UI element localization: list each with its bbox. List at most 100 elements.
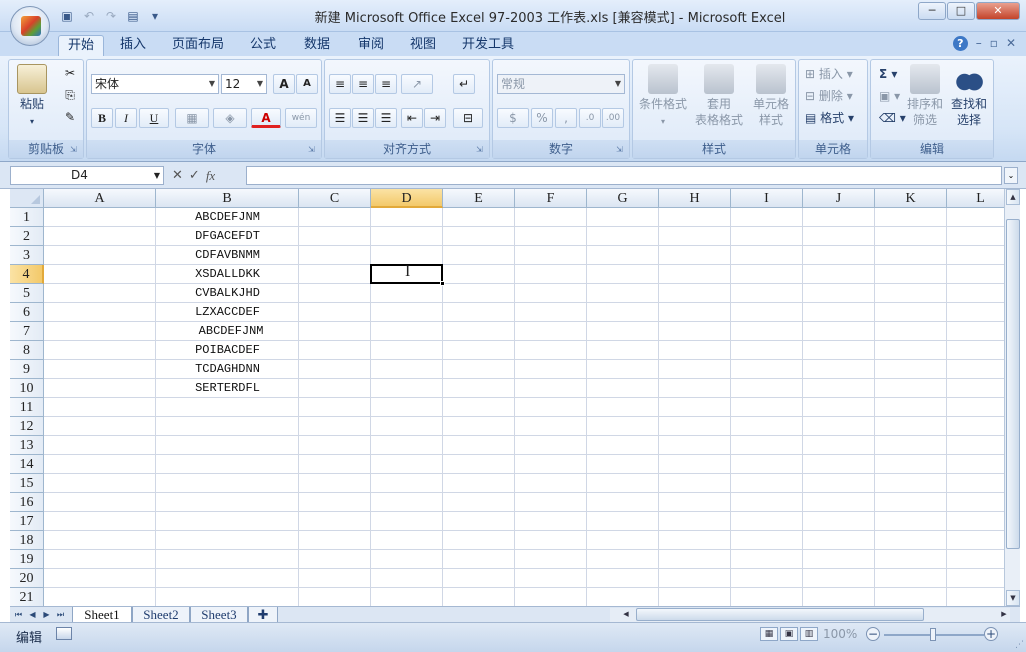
- row-header[interactable]: 4: [10, 265, 44, 284]
- customize-icon[interactable]: ▾: [146, 8, 164, 24]
- save-icon[interactable]: ▣: [58, 8, 76, 24]
- font-size-combo[interactable]: 12 ▼: [221, 74, 267, 94]
- delete-cells-button[interactable]: ⊟ 删除 ▾: [805, 86, 853, 106]
- row-header[interactable]: 8: [10, 341, 44, 360]
- row-header[interactable]: 12: [10, 417, 44, 436]
- row-header[interactable]: 13: [10, 436, 44, 455]
- macro-record-icon[interactable]: [56, 627, 72, 640]
- insert-cells-button[interactable]: ⊞ 插入 ▾: [805, 64, 853, 84]
- sheet-tab-sheet2[interactable]: Sheet2: [132, 607, 190, 623]
- row-header[interactable]: 6: [10, 303, 44, 322]
- insert-function-icon[interactable]: fx: [206, 168, 215, 184]
- row-header[interactable]: 19: [10, 550, 44, 569]
- cut-icon[interactable]: ✂: [59, 64, 81, 84]
- format-painter-icon[interactable]: ✎: [59, 108, 81, 128]
- office-button[interactable]: [10, 6, 50, 46]
- column-header[interactable]: F: [515, 189, 587, 208]
- border-button[interactable]: ▦: [175, 108, 209, 128]
- number-format-combo[interactable]: 常规 ▼: [497, 74, 625, 94]
- zoom-out-icon[interactable]: −: [866, 627, 880, 641]
- last-sheet-icon[interactable]: ⏭: [54, 608, 67, 621]
- row-header[interactable]: 10: [10, 379, 44, 398]
- cell-b8[interactable]: POIBACDEF: [156, 341, 299, 360]
- redo-icon[interactable]: ↷: [102, 8, 120, 24]
- sheet-tab-sheet1[interactable]: Sheet1: [72, 607, 132, 623]
- format-as-table-button[interactable]: 套用 表格格式: [691, 64, 747, 128]
- comma-button[interactable]: ,: [555, 108, 577, 128]
- doc-restore-button[interactable]: ▫: [990, 36, 998, 51]
- tab-insert[interactable]: 插入: [112, 35, 154, 57]
- row-header[interactable]: 15: [10, 474, 44, 493]
- cell-b2[interactable]: DFGACEFDT: [156, 227, 299, 246]
- resize-grip-icon[interactable]: ⋰: [1015, 640, 1024, 650]
- doc-close-button[interactable]: ✕: [1006, 36, 1016, 51]
- help-icon[interactable]: ?: [952, 36, 968, 51]
- enter-icon[interactable]: ✓: [189, 168, 200, 183]
- zoom-in-icon[interactable]: +: [984, 627, 998, 641]
- tab-view[interactable]: 视图: [402, 35, 444, 57]
- cell-b1[interactable]: ABCDEFJNM: [156, 208, 299, 227]
- orientation-button[interactable]: ↗: [401, 74, 433, 94]
- sheet-tab-sheet3[interactable]: Sheet3: [190, 607, 248, 623]
- minimize-button[interactable]: ─: [918, 2, 946, 20]
- sort-filter-button[interactable]: 排序和 筛选: [905, 64, 945, 128]
- font-launcher-icon[interactable]: ⇲: [308, 145, 318, 155]
- clear-button[interactable]: ⌫ ▾: [879, 108, 906, 128]
- row-header[interactable]: 3: [10, 246, 44, 265]
- undo-icon[interactable]: ↶: [80, 8, 98, 24]
- align-center-button[interactable]: ☰: [352, 108, 374, 128]
- fill-color-button[interactable]: ◈: [213, 108, 247, 128]
- column-header[interactable]: J: [803, 189, 875, 208]
- scroll-right-icon[interactable]: ▶: [998, 608, 1010, 621]
- maximize-button[interactable]: □: [947, 2, 975, 20]
- cell-b10[interactable]: SERTERDFL: [156, 379, 299, 398]
- row-header[interactable]: 16: [10, 493, 44, 512]
- format-cells-button[interactable]: ▤ 格式 ▾: [805, 108, 854, 128]
- accounting-format-button[interactable]: $: [497, 108, 529, 128]
- row-header[interactable]: 7: [10, 322, 44, 341]
- cell-b3[interactable]: CDFAVBNMM: [156, 246, 299, 265]
- name-box[interactable]: D4 ▼: [10, 166, 164, 185]
- increase-indent-button[interactable]: ⇥: [424, 108, 446, 128]
- copy-icon[interactable]: ⎘: [59, 86, 81, 106]
- grow-font-button[interactable]: A: [273, 74, 295, 94]
- tab-page-layout[interactable]: 页面布局: [166, 35, 230, 57]
- phonetic-button[interactable]: wén: [285, 108, 317, 128]
- autosum-button[interactable]: Σ ▾: [879, 64, 897, 84]
- tab-review[interactable]: 审阅: [350, 35, 392, 57]
- row-header[interactable]: 5: [10, 284, 44, 303]
- align-top-button[interactable]: ≡: [329, 74, 351, 94]
- cell-b9[interactable]: TCDAGHDNN: [156, 360, 299, 379]
- horizontal-scrollbar[interactable]: ◀ ▶: [610, 608, 1010, 622]
- column-header[interactable]: A: [44, 189, 156, 208]
- cell-b5[interactable]: CVBALKJHD: [156, 284, 299, 303]
- insert-sheet-icon[interactable]: ✚: [248, 607, 278, 623]
- column-header[interactable]: L: [947, 189, 1004, 208]
- doc-minimize-button[interactable]: –: [976, 36, 982, 51]
- column-header[interactable]: E: [443, 189, 515, 208]
- cell-b7[interactable]: ABCDEFJNM: [156, 322, 299, 341]
- print-preview-icon[interactable]: ▤: [124, 8, 142, 24]
- row-header[interactable]: 18: [10, 531, 44, 550]
- prev-sheet-icon[interactable]: ◀: [26, 608, 39, 621]
- row-header[interactable]: 17: [10, 512, 44, 531]
- row-header[interactable]: 21: [10, 588, 44, 606]
- expand-formula-bar-icon[interactable]: ⌄: [1004, 167, 1018, 184]
- worksheet-grid[interactable]: A B C D E F G H I J K L 1 2 3 4 5 6 7 8 9 10 11 12 13 14 15 16 17 18 1…: [10, 189, 1004, 606]
- increase-decimal-button[interactable]: .0: [579, 108, 601, 128]
- align-middle-button[interactable]: ≡: [352, 74, 374, 94]
- tab-formulas[interactable]: 公式: [242, 35, 284, 57]
- alignment-launcher-icon[interactable]: ⇲: [476, 145, 486, 155]
- page-break-view-icon[interactable]: ▥: [800, 627, 818, 641]
- row-header[interactable]: 11: [10, 398, 44, 417]
- horizontal-scroll-thumb[interactable]: [636, 608, 924, 621]
- column-header[interactable]: H: [659, 189, 731, 208]
- shrink-font-button[interactable]: A: [296, 74, 318, 94]
- first-sheet-icon[interactable]: ⏮: [12, 608, 25, 621]
- decrease-decimal-button[interactable]: .00: [602, 108, 624, 128]
- column-header[interactable]: G: [587, 189, 659, 208]
- scroll-up-icon[interactable]: ▲: [1006, 189, 1020, 205]
- conditional-format-button[interactable]: 条件格式 ▾: [635, 64, 691, 130]
- next-sheet-icon[interactable]: ▶: [40, 608, 53, 621]
- cell-styles-button[interactable]: 单元格 样式: [747, 64, 795, 128]
